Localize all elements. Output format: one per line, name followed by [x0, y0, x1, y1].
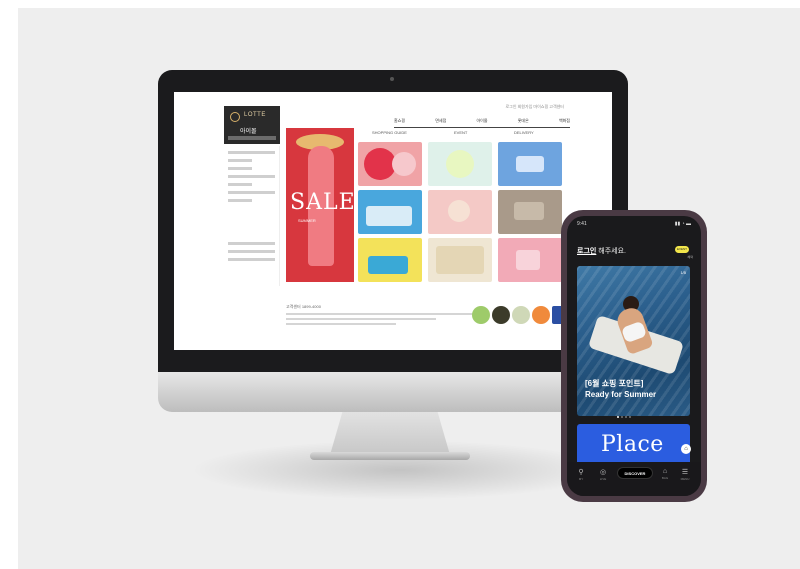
hero-banner[interactable]: 1/5 [6월 쇼핑 포인트] Ready for Summer — [577, 266, 690, 416]
banner-counter: 1/5 — [680, 270, 686, 275]
promo-tile[interactable] — [498, 142, 562, 186]
nav-item[interactable]: 면세점 — [435, 118, 446, 127]
monitor-foot — [310, 452, 470, 460]
promo-tile[interactable] — [428, 238, 492, 282]
monitor-chin — [158, 370, 628, 412]
tab-menu[interactable]: ☰ MENU — [677, 468, 693, 481]
sale-banner[interactable]: SALE SUMMER — [286, 128, 354, 282]
main-nav: 홈쇼핑 면세점 아이몰 롯데온 백화점 — [394, 118, 570, 128]
status-icons: ▮▮ ◔ ▬ — [674, 221, 691, 227]
carousel-dots[interactable] — [617, 416, 637, 418]
menu-item[interactable] — [228, 159, 252, 162]
grid-label: DELIVERY — [514, 130, 534, 135]
logo-search-bar[interactable] — [228, 136, 276, 140]
discover-button[interactable]: DISCOVER — [617, 467, 653, 479]
top-utility-links[interactable]: 로그인 회원가입 마이쇼핑 고객센터 — [505, 104, 564, 110]
phone-screen: 9:41 ▮▮ ◔ ▬ 로그인 해주세요. EVENT 혜택 1/5 [6월 쇼… — [567, 216, 701, 496]
menu-item[interactable] — [228, 175, 275, 178]
site-footer: 고객센터 1899-4000 — [286, 304, 476, 325]
site-logo[interactable]: LOTTE 아이몰 — [224, 106, 280, 144]
category-menu — [224, 146, 280, 286]
award-badge-icon — [532, 306, 550, 324]
menu-item[interactable] — [228, 191, 275, 194]
login-prompt-text: 해주세요. — [596, 248, 626, 255]
tab-my[interactable]: ⚲ MY — [573, 468, 589, 481]
menu-item[interactable] — [228, 167, 252, 170]
tab-label: MY — [578, 477, 584, 481]
promo-tile[interactable] — [358, 238, 422, 282]
logo-text: LOTTE — [244, 112, 266, 118]
hero-caption-title: [6월 쇼핑 포인트] — [585, 379, 644, 388]
hero-caption-subtitle: Ready for Summer — [585, 390, 657, 399]
home-fab-icon[interactable]: ⌂ — [681, 444, 691, 454]
tab-bag[interactable]: ⌂ BAG — [657, 468, 673, 480]
promo-tile[interactable] — [498, 238, 562, 282]
menu-icon: ☰ — [681, 469, 689, 476]
monitor-stand — [330, 405, 450, 455]
user-icon: ⚲ — [578, 469, 584, 476]
promo-tile[interactable] — [498, 190, 562, 234]
promo-tile[interactable] — [428, 142, 492, 186]
status-time: 9:41 — [577, 221, 587, 227]
menu-item[interactable] — [228, 242, 275, 245]
event-pill-label: 혜택 — [687, 255, 693, 259]
nav-item[interactable]: 홈쇼핑 — [394, 118, 405, 127]
award-badge-icon — [512, 306, 530, 324]
menu-item[interactable] — [228, 183, 252, 186]
sale-title: SALE — [290, 190, 354, 215]
tab-live[interactable]: ◎ LIVE — [595, 468, 611, 481]
promo-tile[interactable] — [428, 190, 492, 234]
promo-tile[interactable] — [358, 190, 422, 234]
logo-subtitle: 아이몰 — [240, 129, 257, 135]
login-link[interactable]: 로그인 — [577, 248, 596, 255]
menu-item[interactable] — [228, 250, 275, 253]
award-badge-icon — [472, 306, 490, 324]
bag-icon: ⌂ — [662, 468, 668, 475]
desktop-screen: LOTTE 아이몰 로그인 회원가입 마이쇼핑 고객센터 홈쇼핑 면세점 아이몰… — [174, 92, 612, 350]
live-icon: ◎ — [599, 469, 607, 476]
menu-item[interactable] — [228, 258, 275, 261]
footer-text: 고객센터 1899-4000 — [286, 304, 321, 309]
bottom-tab-bar: ⚲ MY ◎ LIVE DISCOVER ⌂ BAG ☰ MENU — [567, 462, 701, 496]
tab-label: BAG — [661, 476, 669, 480]
nav-item[interactable]: 백화점 — [559, 118, 570, 127]
menu-item[interactable] — [228, 151, 275, 154]
grid-label: SHOPPING GUIDE — [372, 130, 407, 135]
promo-tile[interactable] — [358, 142, 422, 186]
login-prompt: 로그인 해주세요. — [577, 246, 626, 256]
tab-label: LIVE — [599, 477, 607, 481]
event-pill[interactable]: EVENT — [675, 246, 689, 253]
nav-item[interactable]: 아이몰 — [476, 118, 487, 127]
tab-label: MENU — [680, 477, 690, 481]
nav-item[interactable]: 롯데온 — [518, 118, 529, 127]
award-badge-icon — [492, 306, 510, 324]
place-title: Place — [601, 432, 664, 457]
camera-icon — [390, 77, 394, 81]
menu-item[interactable] — [228, 199, 252, 202]
sale-subtitle: SUMMER — [298, 218, 316, 223]
logo-mark-icon — [230, 112, 240, 122]
grid-label: EVENT — [454, 130, 468, 135]
